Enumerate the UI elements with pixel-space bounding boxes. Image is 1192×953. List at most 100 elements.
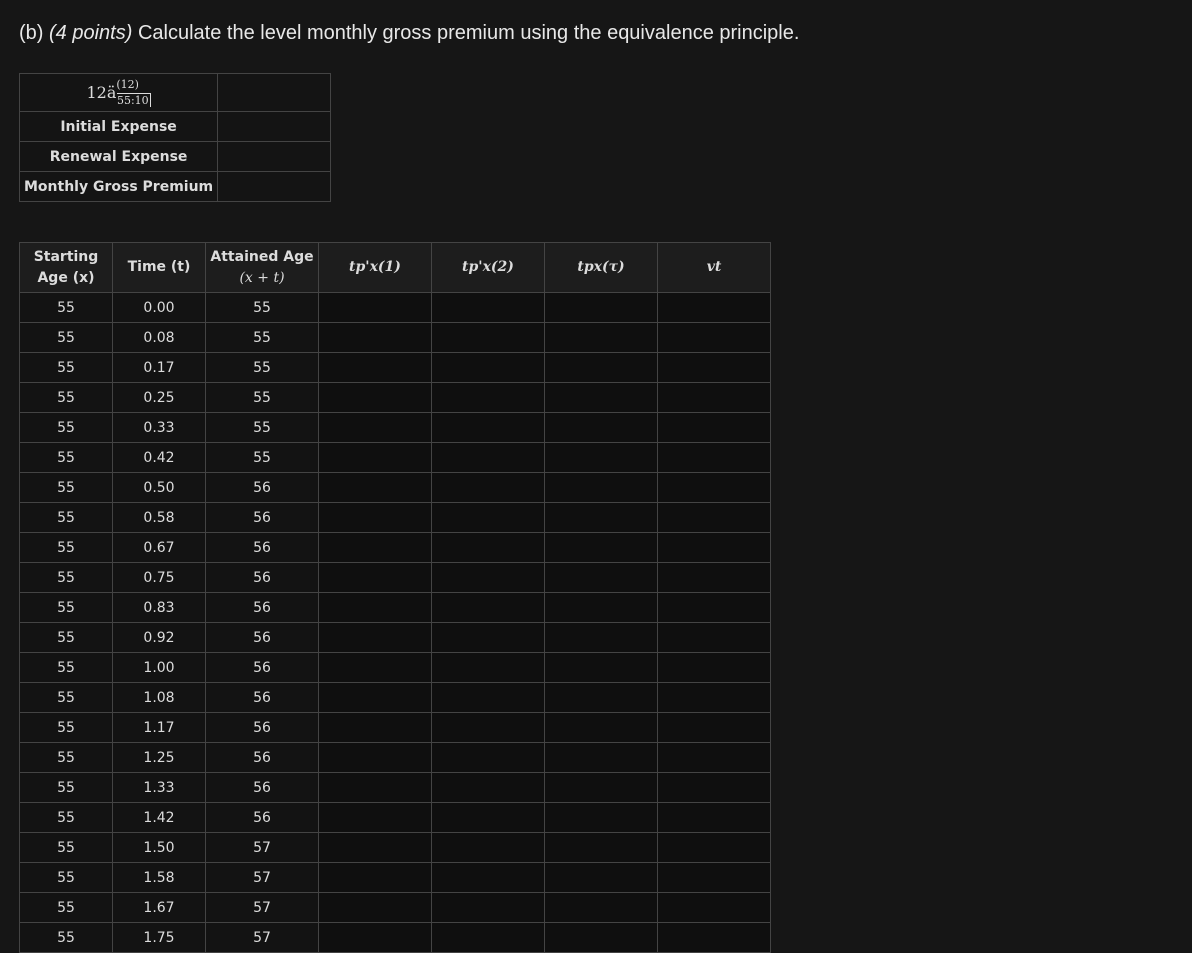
cell-p2[interactable] [431,592,545,623]
cell-ptau[interactable] [544,622,658,653]
cell-p1[interactable] [318,712,432,743]
cell-ptau[interactable] [544,502,658,533]
cell-p1[interactable] [318,802,432,833]
cell-p1[interactable] [318,352,432,383]
cell-vt[interactable] [657,682,771,713]
table-row: 55 0.42 55 [19,442,771,473]
cell-vt[interactable] [657,562,771,593]
cell-attained-age: 56 [205,502,319,533]
cell-p2[interactable] [431,622,545,653]
cell-vt[interactable] [657,652,771,683]
cell-p1[interactable] [318,562,432,593]
cell-p1[interactable] [318,502,432,533]
cell-vt[interactable] [657,592,771,623]
cell-vt[interactable] [657,502,771,533]
header-starting-age-line2: Age (x) [37,269,95,286]
cell-p2[interactable] [431,832,545,863]
cell-ptau[interactable] [544,472,658,503]
cell-vt[interactable] [657,352,771,383]
cell-p2[interactable] [431,412,545,443]
cell-vt[interactable] [657,532,771,563]
cell-p2[interactable] [431,322,545,353]
cell-p2[interactable] [431,892,545,923]
cell-time: 1.08 [112,682,206,713]
cell-vt[interactable] [657,382,771,413]
cell-p1[interactable] [318,532,432,563]
cell-p1[interactable] [318,382,432,413]
cell-p1[interactable] [318,832,432,863]
cell-p1[interactable] [318,292,432,323]
cell-p1[interactable] [318,652,432,683]
initial-expense-value-cell[interactable] [217,111,332,142]
cell-ptau[interactable] [544,712,658,743]
cell-attained-age: 56 [205,802,319,833]
cell-ptau[interactable] [544,652,658,683]
cell-p2[interactable] [431,652,545,683]
cell-p1[interactable] [318,322,432,353]
cell-p2[interactable] [431,862,545,893]
cell-vt[interactable] [657,622,771,653]
renewal-expense-value-cell[interactable] [217,141,332,172]
cell-ptau[interactable] [544,682,658,713]
cell-p1[interactable] [318,622,432,653]
cell-p1[interactable] [318,862,432,893]
cell-ptau[interactable] [544,592,658,623]
cell-attained-age: 56 [205,532,319,563]
cell-vt[interactable] [657,712,771,743]
cell-p2[interactable] [431,712,545,743]
cell-vt[interactable] [657,892,771,923]
cell-vt[interactable] [657,322,771,353]
cell-ptau[interactable] [544,352,658,383]
cell-vt[interactable] [657,412,771,443]
cell-ptau[interactable] [544,532,658,563]
cell-p1[interactable] [318,682,432,713]
cell-ptau[interactable] [544,772,658,803]
cell-ptau[interactable] [544,832,658,863]
annuity-value-cell[interactable] [217,73,332,112]
cell-vt[interactable] [657,862,771,893]
cell-ptau[interactable] [544,292,658,323]
cell-p2[interactable] [431,562,545,593]
cell-p2[interactable] [431,532,545,563]
cell-ptau[interactable] [544,322,658,353]
gross-premium-value-cell[interactable] [217,171,332,202]
cell-p1[interactable] [318,592,432,623]
cell-p2[interactable] [431,352,545,383]
cell-ptau[interactable] [544,442,658,473]
header-starting-age: Starting Age (x) [19,242,113,293]
cell-p1[interactable] [318,472,432,503]
cell-vt[interactable] [657,292,771,323]
cell-vt[interactable] [657,742,771,773]
cell-p2[interactable] [431,682,545,713]
cell-p1[interactable] [318,412,432,443]
cell-p2[interactable] [431,742,545,773]
cell-ptau[interactable] [544,382,658,413]
cell-vt[interactable] [657,442,771,473]
cell-starting-age: 55 [19,532,113,563]
cell-p2[interactable] [431,442,545,473]
cell-p1[interactable] [318,892,432,923]
cell-p1[interactable] [318,442,432,473]
renewal-expense-label: Renewal Expense [18,141,219,172]
cell-p2[interactable] [431,292,545,323]
table-row: 55 0.08 55 [19,322,771,353]
cell-vt[interactable] [657,472,771,503]
cell-p2[interactable] [431,802,545,833]
cell-vt[interactable] [657,772,771,803]
cell-time: 0.08 [112,322,206,353]
cell-ptau[interactable] [544,802,658,833]
cell-p1[interactable] [318,772,432,803]
table-row: 55 0.25 55 [19,382,771,413]
cell-ptau[interactable] [544,862,658,893]
cell-p2[interactable] [431,502,545,533]
cell-vt[interactable] [657,832,771,863]
cell-p2[interactable] [431,772,545,803]
cell-p2[interactable] [431,472,545,503]
cell-p2[interactable] [431,382,545,413]
cell-ptau[interactable] [544,742,658,773]
cell-ptau[interactable] [544,562,658,593]
cell-ptau[interactable] [544,892,658,923]
cell-p1[interactable] [318,742,432,773]
cell-vt[interactable] [657,802,771,833]
cell-ptau[interactable] [544,412,658,443]
